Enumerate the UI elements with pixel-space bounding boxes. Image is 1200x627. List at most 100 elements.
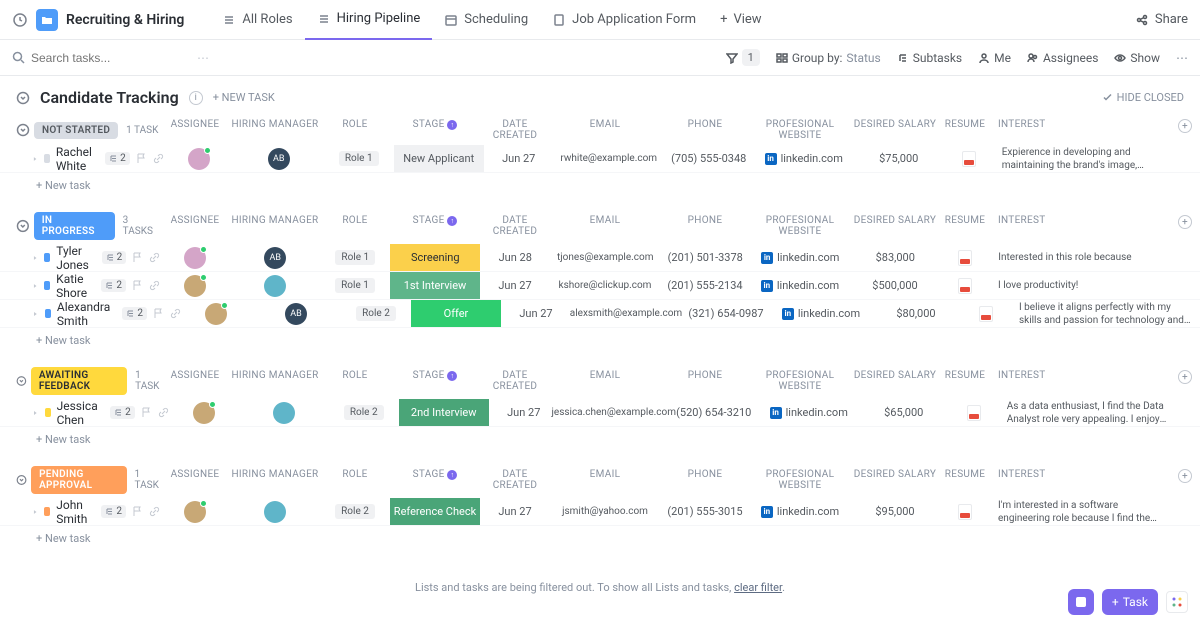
- col-date[interactable]: DATE CREATED: [480, 469, 550, 491]
- cell-stage[interactable]: Reference Check: [390, 498, 480, 525]
- new-task-top[interactable]: + NEW TASK: [213, 91, 275, 104]
- tab-scheduling[interactable]: Scheduling: [432, 0, 540, 40]
- col-phone[interactable]: PHONE: [660, 215, 750, 237]
- col-date[interactable]: DATE CREATED: [480, 119, 550, 141]
- caret-right-icon[interactable]: [32, 281, 38, 291]
- cell-role[interactable]: Role 2: [320, 498, 390, 525]
- col-stage[interactable]: STAGE ↑: [390, 119, 480, 141]
- cell-stage[interactable]: Offer: [411, 300, 501, 327]
- candidate-name[interactable]: Jessica Chen: [57, 399, 104, 427]
- caret-right-icon[interactable]: [32, 309, 39, 319]
- chevron-down-icon[interactable]: [16, 374, 27, 388]
- col-email[interactable]: EMAIL: [550, 119, 660, 141]
- col-role[interactable]: ROLE: [320, 370, 390, 392]
- cell-website[interactable]: inlinkedin.com: [750, 498, 850, 525]
- clear-filter-link[interactable]: clear filter: [734, 581, 782, 594]
- col-phone[interactable]: PHONE: [660, 119, 750, 141]
- col-website[interactable]: PROFESIONAL WEBSITE: [750, 215, 850, 237]
- flag-icon[interactable]: [141, 407, 152, 418]
- avatar[interactable]: AB: [285, 303, 307, 325]
- cell-email[interactable]: jessica.chen@example.com: [559, 399, 669, 426]
- col-salary[interactable]: DESIRED SALARY: [850, 469, 940, 491]
- col-salary[interactable]: DESIRED SALARY: [850, 370, 940, 392]
- cell-hiring-manager[interactable]: AB: [251, 300, 341, 327]
- col-assignee[interactable]: ASSIGNEE: [160, 370, 230, 392]
- col-stage[interactable]: STAGE ↑: [390, 215, 480, 237]
- cell-email[interactable]: rwhite@example.com: [554, 145, 664, 172]
- search-more-icon[interactable]: ⋯: [197, 51, 209, 65]
- col-website[interactable]: PROFESIONAL WEBSITE: [750, 370, 850, 392]
- col-website[interactable]: PROFESIONAL WEBSITE: [750, 469, 850, 491]
- new-task-row[interactable]: + New task: [0, 173, 1200, 198]
- table-row[interactable]: Alexandra Smith 2 AB Role 2 Offer Jun 27…: [0, 300, 1200, 328]
- col-stage[interactable]: STAGE ↑: [390, 469, 480, 491]
- col-role[interactable]: ROLE: [320, 215, 390, 237]
- subtask-badge[interactable]: 2: [122, 307, 147, 320]
- cell-website[interactable]: inlinkedin.com: [771, 300, 871, 327]
- candidate-name[interactable]: John Smith: [56, 498, 95, 526]
- collapse-icon[interactable]: [16, 91, 30, 105]
- cell-assignee[interactable]: [181, 300, 251, 327]
- col-date[interactable]: DATE CREATED: [480, 215, 550, 237]
- candidate-name[interactable]: Tyler Jones: [56, 244, 95, 272]
- col-phone[interactable]: PHONE: [660, 370, 750, 392]
- tab-job-application[interactable]: Job Application Form: [540, 0, 708, 40]
- filter-button[interactable]: 1: [726, 49, 760, 66]
- cell-resume[interactable]: [940, 272, 990, 299]
- avatar[interactable]: [264, 275, 286, 297]
- cell-hiring-manager[interactable]: [230, 498, 320, 525]
- cell-website[interactable]: inlinkedin.com: [754, 145, 854, 172]
- col-salary[interactable]: DESIRED SALARY: [850, 119, 940, 141]
- col-interest[interactable]: INTEREST: [990, 119, 1170, 141]
- chevron-down-icon[interactable]: [16, 219, 30, 233]
- cell-role[interactable]: Role 1: [320, 272, 390, 299]
- caret-right-icon[interactable]: [32, 253, 38, 263]
- col-email[interactable]: EMAIL: [550, 370, 660, 392]
- me-button[interactable]: Me: [978, 51, 1011, 65]
- cell-role[interactable]: Role 2: [341, 300, 411, 327]
- subtask-badge[interactable]: 2: [101, 279, 126, 292]
- cell-hiring-manager[interactable]: [239, 399, 329, 426]
- cell-hiring-manager[interactable]: [230, 272, 320, 299]
- flag-icon[interactable]: [132, 252, 143, 263]
- tab-all-roles[interactable]: All Roles: [210, 0, 304, 40]
- quick-action-button[interactable]: [1068, 589, 1094, 615]
- col-role[interactable]: ROLE: [320, 119, 390, 141]
- caret-right-icon[interactable]: [32, 408, 39, 418]
- col-salary[interactable]: DESIRED SALARY: [850, 215, 940, 237]
- cell-website[interactable]: inlinkedin.com: [750, 244, 850, 271]
- col-interest[interactable]: INTEREST: [990, 215, 1170, 237]
- apps-button[interactable]: [1166, 591, 1188, 613]
- table-row[interactable]: John Smith 2 Role 2 Reference Check Jun …: [0, 498, 1200, 526]
- table-row[interactable]: Katie Shore 2 Role 1 1st Interview Jun 2…: [0, 272, 1200, 300]
- flag-icon[interactable]: [136, 153, 147, 164]
- cell-assignee[interactable]: [160, 272, 230, 299]
- history-icon[interactable]: [12, 12, 28, 28]
- col-assignee[interactable]: ASSIGNEE: [160, 469, 230, 491]
- cell-role[interactable]: Role 1: [320, 244, 390, 271]
- col-assignee[interactable]: ASSIGNEE: [160, 215, 230, 237]
- tab-add-view[interactable]: + View: [708, 0, 774, 40]
- link-icon[interactable]: [149, 252, 160, 263]
- cell-assignee[interactable]: [160, 244, 230, 271]
- cell-resume[interactable]: [949, 399, 999, 426]
- col-email[interactable]: EMAIL: [550, 215, 660, 237]
- col-hiring-manager[interactable]: HIRING MANAGER: [230, 469, 320, 491]
- cell-role[interactable]: Role 2: [329, 399, 399, 426]
- cell-email[interactable]: tjones@example.com: [550, 244, 660, 271]
- flag-icon[interactable]: [132, 506, 143, 517]
- new-task-row[interactable]: + New task: [0, 427, 1200, 452]
- col-interest[interactable]: INTEREST: [990, 469, 1170, 491]
- cell-hiring-manager[interactable]: AB: [234, 145, 324, 172]
- table-row[interactable]: Tyler Jones 2 AB Role 1 Screening Jun 28…: [0, 244, 1200, 272]
- col-resume[interactable]: RESUME: [940, 215, 990, 237]
- info-icon[interactable]: i: [189, 91, 203, 105]
- share-button[interactable]: Share: [1135, 12, 1188, 27]
- cell-assignee[interactable]: [160, 498, 230, 525]
- chevron-down-icon[interactable]: [16, 123, 30, 137]
- table-row[interactable]: Rachel White 2 AB Role 1 New Applicant J…: [0, 145, 1200, 173]
- add-column-button[interactable]: +: [1170, 119, 1200, 141]
- more-icon[interactable]: ⋯: [1176, 51, 1188, 65]
- status-pill[interactable]: IN PROGRESS: [34, 212, 115, 240]
- col-role[interactable]: ROLE: [320, 469, 390, 491]
